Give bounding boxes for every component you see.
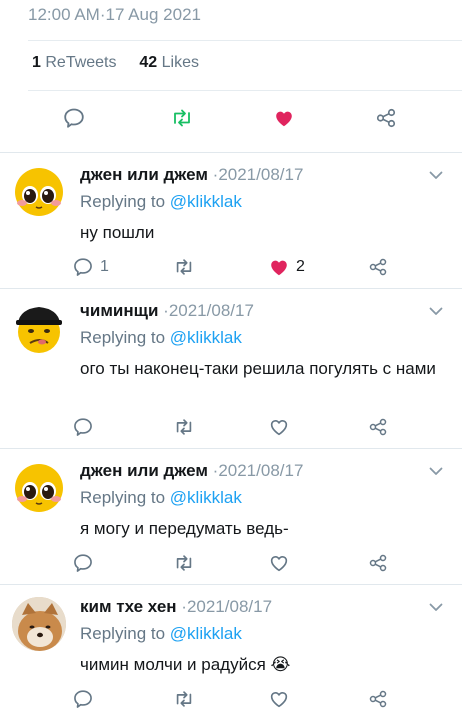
retweet-icon <box>176 259 192 275</box>
comment-icon <box>64 108 84 128</box>
reply-action-bar <box>72 413 402 441</box>
replying-to: Replying to @klikklak <box>80 486 242 510</box>
reply-tweet[interactable]: джен или джем ·2021/08/17 Replying to @k… <box>0 153 462 288</box>
chevron-down-icon[interactable] <box>428 303 444 319</box>
reply-button[interactable] <box>72 413 100 441</box>
like-button[interactable] <box>268 413 296 441</box>
share-button[interactable] <box>368 549 388 577</box>
reply-tweet[interactable]: ким тхе хен ·2021/08/17 Replying to @kli… <box>0 585 462 720</box>
display-name[interactable]: джен или джем <box>80 165 208 184</box>
like-button[interactable] <box>266 100 302 136</box>
reply-button[interactable]: 1 <box>72 253 109 281</box>
reply-handle-link[interactable]: @klikklak <box>170 328 242 347</box>
like-count: 2 <box>296 258 305 275</box>
retweet-button[interactable] <box>172 413 196 441</box>
reply-action-bar: 1 2 <box>72 253 402 281</box>
reply-tweet[interactable]: джен или джем ·2021/08/17 Replying to @k… <box>0 449 462 584</box>
reply-date: ·2021/08/17 <box>212 165 304 184</box>
retweet-count[interactable]: 1 <box>32 54 41 71</box>
share-button[interactable] <box>368 100 404 136</box>
like-button[interactable] <box>268 685 296 713</box>
comment-icon <box>74 690 92 708</box>
reply-count: 1 <box>100 258 109 275</box>
reply-handle-link[interactable]: @klikklak <box>170 192 242 211</box>
reply-text: ого ты наконец-таки решила погулять с на… <box>80 359 436 378</box>
reply-date: ·2021/08/17 <box>181 597 273 616</box>
display-name[interactable]: ким тхе хен <box>80 597 177 616</box>
reply-text: ну пошли <box>80 223 155 242</box>
retweet-button[interactable] <box>172 549 196 577</box>
reply-header: джен или джем ·2021/08/17 <box>80 163 303 187</box>
retweet-label[interactable]: ReTweets <box>45 54 116 71</box>
comment-icon <box>74 554 92 572</box>
replying-prefix: Replying to <box>80 488 166 507</box>
cap-emoji-avatar[interactable] <box>12 301 66 355</box>
share-icon <box>376 108 396 128</box>
replying-to: Replying to @klikklak <box>80 326 242 350</box>
reply-date: ·2021/08/17 <box>163 301 254 320</box>
comment-icon <box>74 418 92 436</box>
chevron-down-icon[interactable] <box>428 167 444 183</box>
reply-button[interactable] <box>56 100 92 136</box>
dog-photo-avatar[interactable] <box>12 597 66 651</box>
retweet-icon <box>174 109 190 127</box>
replying-to: Replying to @klikklak <box>80 622 242 646</box>
heart-filled-icon <box>276 111 292 127</box>
replying-to: Replying to @klikklak <box>80 190 242 214</box>
retweet-icon <box>176 419 192 435</box>
blushing-emoji-avatar[interactable] <box>12 461 66 515</box>
like-count[interactable]: 42 <box>139 54 157 71</box>
chevron-down-icon[interactable] <box>428 599 444 615</box>
tweet-action-bar <box>28 100 454 136</box>
display-name[interactable]: чиминщи <box>80 301 158 320</box>
reply-header: ким тхе хен ·2021/08/17 <box>80 595 272 619</box>
retweet-button[interactable] <box>164 100 200 136</box>
reply-button[interactable] <box>72 685 100 713</box>
share-icon <box>369 690 387 708</box>
display-name[interactable]: джен или джем <box>80 461 208 480</box>
reply-button[interactable] <box>72 549 100 577</box>
heart-outline-icon <box>270 691 288 708</box>
share-icon <box>369 418 387 436</box>
reply-header: джен или джем ·2021/08/17 <box>80 459 303 483</box>
share-button[interactable] <box>368 685 388 713</box>
chevron-down-icon[interactable] <box>428 463 444 479</box>
share-button[interactable] <box>368 253 388 281</box>
reply-handle-link[interactable]: @klikklak <box>170 488 242 507</box>
share-icon <box>369 554 387 572</box>
divider <box>28 40 462 41</box>
heart-outline-icon <box>270 555 288 572</box>
replying-prefix: Replying to <box>80 328 166 347</box>
reply-tweet[interactable]: чиминщи ·2021/08/17 Replying to @klikkla… <box>0 289 462 448</box>
reply-date: ·2021/08/17 <box>212 461 304 480</box>
reply-action-bar <box>72 549 402 577</box>
retweet-button[interactable] <box>172 685 196 713</box>
retweet-button[interactable] <box>172 253 196 281</box>
share-button[interactable] <box>368 413 388 441</box>
like-button[interactable]: 2 <box>268 253 305 281</box>
divider <box>28 90 462 91</box>
heart-outline-icon <box>270 419 288 436</box>
retweet-icon <box>176 691 192 707</box>
reply-text: чимин молчи и радуйся 😭 <box>80 655 291 674</box>
retweet-icon <box>176 555 192 571</box>
replying-prefix: Replying to <box>80 624 166 643</box>
like-button[interactable] <box>268 549 296 577</box>
reply-handle-link[interactable]: @klikklak <box>170 624 242 643</box>
tweet-stats: 1 ReTweets 42 Likes <box>32 50 199 76</box>
replying-prefix: Replying to <box>80 192 166 211</box>
tweet-timestamp: 12:00 AM·17 Aug 2021 <box>28 5 201 24</box>
reply-text: я могу и передумать ведь- <box>80 519 289 538</box>
reply-header: чиминщи ·2021/08/17 <box>80 299 254 323</box>
comment-icon <box>74 258 92 276</box>
blushing-emoji-avatar[interactable] <box>12 165 66 219</box>
like-label[interactable]: Likes <box>162 54 199 71</box>
heart-filled-icon <box>271 260 287 276</box>
share-icon <box>369 258 387 276</box>
reply-action-bar <box>72 685 402 713</box>
